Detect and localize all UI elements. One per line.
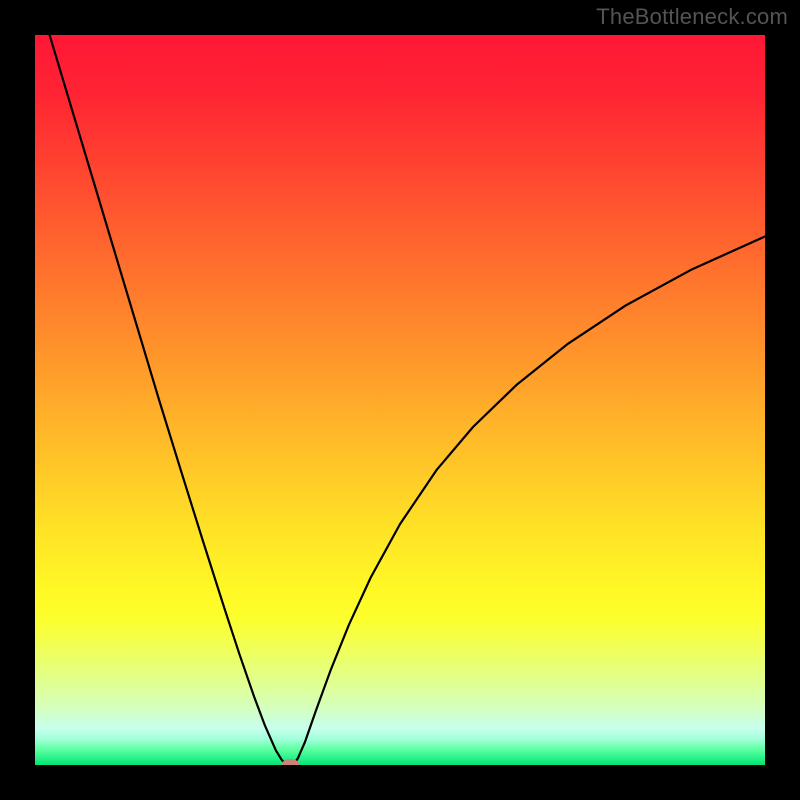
chart-container: TheBottleneck.com [0, 0, 800, 800]
gradient-background [35, 35, 765, 765]
bottleneck-chart [35, 35, 765, 765]
attribution-label: TheBottleneck.com [596, 4, 788, 30]
plot-area [35, 35, 765, 765]
